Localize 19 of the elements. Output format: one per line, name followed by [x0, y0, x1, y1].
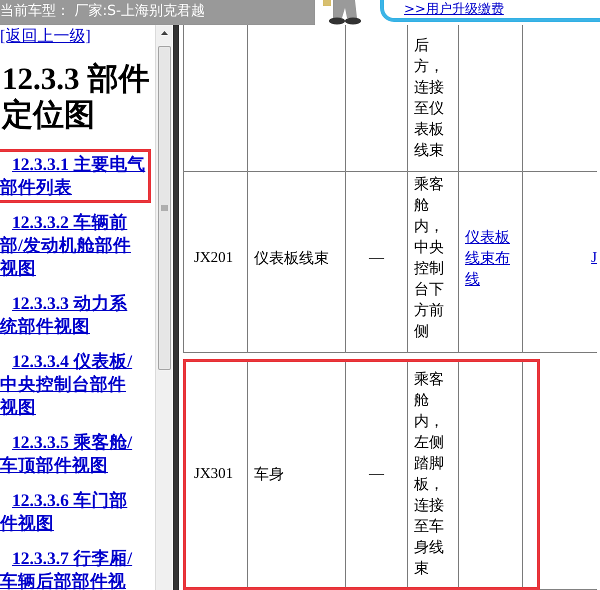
upgrade-link[interactable]: >>用户升级缴费	[404, 0, 504, 18]
wiring-link[interactable]: J	[591, 250, 597, 266]
wiring-link[interactable]: 仪表板线束布线	[465, 226, 512, 290]
grip-icon	[161, 205, 168, 211]
toc-link[interactable]: 12.3.3.7 行李厢/车辆后部部件视	[0, 547, 143, 590]
vehicle-info: 当前车型： 厂家:S-上海别克君越	[0, 0, 315, 25]
toc-link[interactable]: 12.3.3.5 乘客舱/车顶部件视图	[0, 431, 143, 477]
table-cell: 仪表板线束	[248, 164, 346, 353]
table-cell: 车身	[248, 359, 346, 590]
table-cell: 后方，连接至仪表板线束	[408, 25, 459, 172]
section-heading: 12.3.3 部件定位图	[2, 61, 150, 133]
scroll-thumb[interactable]	[158, 46, 171, 370]
table-cell: 乘客舱内，左侧踏脚板，连接至车身线束	[408, 359, 459, 590]
toc-link[interactable]: 12.3.3.3 动力系统部件视图	[0, 292, 143, 338]
table-cell: —	[346, 164, 408, 353]
table-cell: —	[346, 359, 408, 590]
scrollbar[interactable]	[155, 25, 173, 590]
table-cell: 乘客舱内，中央控制台下方前侧	[408, 164, 459, 353]
back-link[interactable]: [返回上一级]	[0, 26, 91, 47]
